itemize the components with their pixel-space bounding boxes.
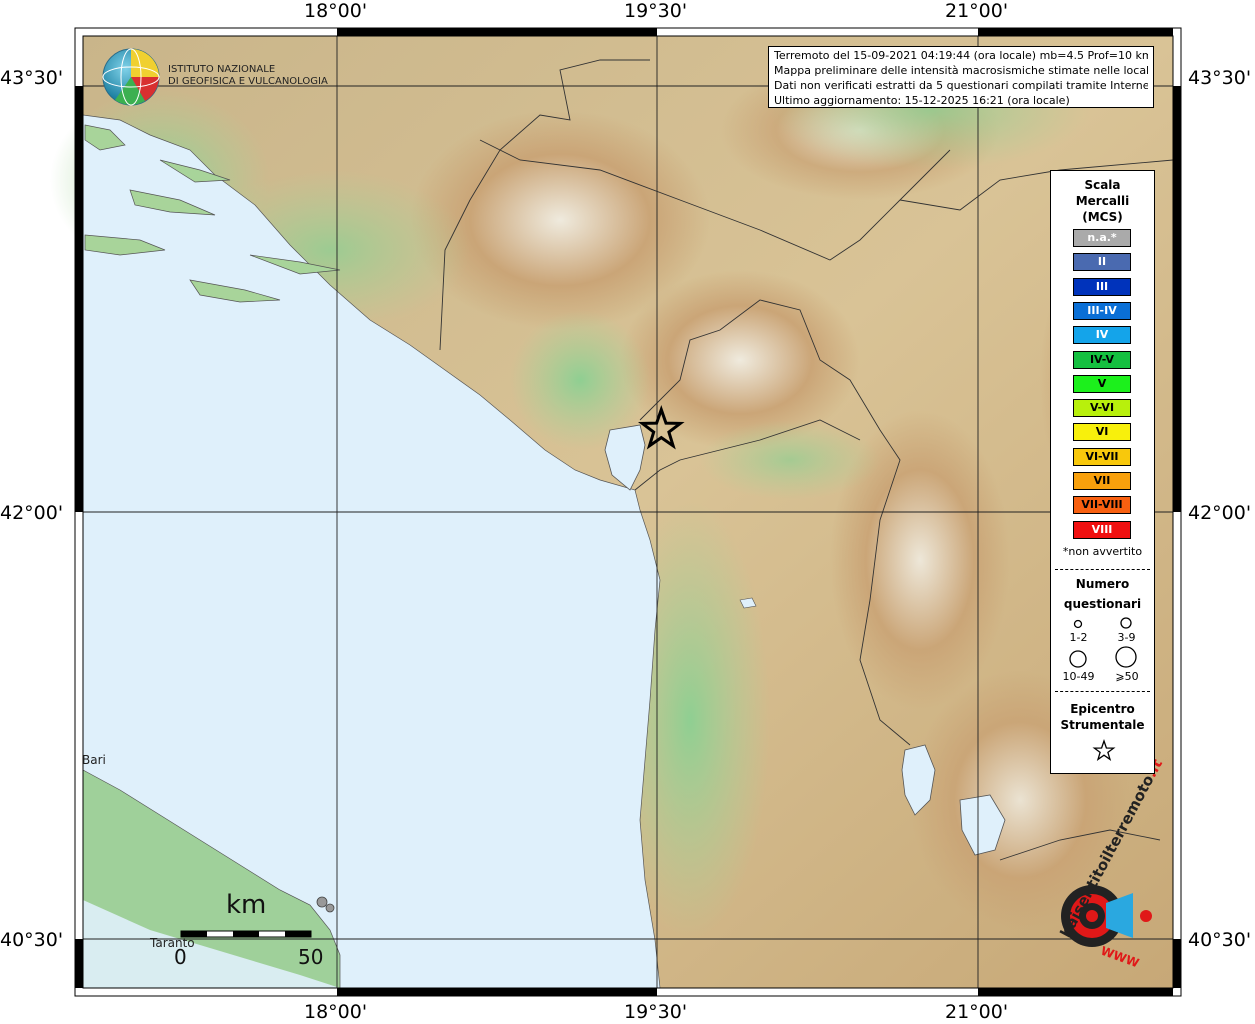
legend-swatch-viii: VIII	[1073, 520, 1131, 539]
lon-tick-top-2: 19°30'	[624, 0, 688, 22]
city-label-taranto: Taranto	[150, 936, 195, 950]
event-info-box: Terremoto del 15-09-2021 04:19:44 (ora l…	[768, 46, 1154, 108]
info-line-1: Terremoto del 15-09-2021 04:19:44 (ora l…	[774, 49, 1148, 62]
size-label-1-2: 1-2	[1069, 631, 1088, 644]
size-label-10-49: 10-49	[1062, 670, 1095, 683]
legend-swatch-iii-iv: III-IV	[1073, 301, 1131, 320]
institute-name-line1: ISTITUTO NAZIONALE	[168, 64, 276, 75]
legend-title-2: Mercalli	[1075, 194, 1130, 208]
size-symbol-3-9	[1120, 617, 1132, 629]
city-label-bari: Bari	[82, 753, 106, 767]
size-label-50: ⩾50	[1115, 670, 1139, 683]
lat-tick-left-3: 40°30'	[0, 929, 64, 951]
scale-start: 0	[174, 945, 187, 969]
lon-tick-top-3: 21°00'	[945, 0, 1009, 22]
legend-swatch-vii-viii: VII-VIII	[1073, 496, 1131, 515]
info-line-4: Ultimo aggiornamento: 15-12-2025 16:21 (…	[774, 94, 1070, 107]
legend-swatch-v: V	[1073, 374, 1131, 393]
lat-tick-right-3: 40°30'	[1188, 929, 1252, 951]
legend-star-icon	[1092, 739, 1116, 762]
institute-name-line2: DI GEOFISICA E VULCANOLOGIA	[168, 76, 328, 87]
legend-swatch-v-vi: V-VI	[1073, 399, 1131, 418]
legend-swatch-vi-vii: VI-VII	[1073, 447, 1131, 466]
size-symbol-1-2	[1073, 619, 1083, 629]
lon-tick-bottom-1: 18°00'	[304, 1001, 368, 1023]
taranto-marker	[316, 896, 328, 908]
size-label-3-9: 3-9	[1117, 631, 1136, 644]
not-felt-note: *non avvertito	[1062, 545, 1143, 558]
legend-title-3: (MCS)	[1082, 210, 1123, 224]
lat-tick-left-1: 43°30'	[0, 67, 64, 89]
mcs-legend: Scala Mercalli (MCS) n.a.* II III III-IV IV I…	[1050, 170, 1155, 774]
legend-swatch-vi: VI	[1073, 423, 1131, 442]
lon-tick-bottom-3: 21°00'	[945, 1001, 1009, 1023]
epicenter-title-2: Strumentale	[1060, 718, 1145, 732]
info-line-3: Dati non verificati estratti da 5 questi…	[774, 79, 1148, 92]
legend-title-1: Scala	[1084, 178, 1121, 192]
legend-swatch-iv: IV	[1073, 326, 1131, 345]
scale-end: 50	[298, 945, 324, 969]
lat-tick-right-2: 42°00'	[1188, 502, 1252, 524]
lat-tick-left-2: 42°00'	[0, 502, 64, 524]
legend-swatch-vii: VII	[1073, 472, 1131, 490]
institute-name: ISTITUTO NAZIONALE DI GEOFISICA E VULCAN…	[168, 64, 328, 88]
questionnaire-title-1: Numero	[1075, 577, 1130, 591]
size-symbol-50	[1115, 646, 1137, 668]
legend-swatch-iv-v: IV-V	[1073, 350, 1131, 369]
scale-bar	[180, 930, 312, 938]
size-symbol-10-49	[1069, 650, 1087, 668]
lat-tick-right-1: 43°30'	[1188, 67, 1252, 89]
epicenter-title-1: Epicentro	[1070, 702, 1135, 716]
info-line-2: Mappa preliminare delle intensità macros…	[774, 64, 1148, 77]
legend-swatch-n-a: n.a.*	[1073, 229, 1131, 247]
legend-swatch-ii: II	[1073, 253, 1131, 272]
scale-unit: km	[226, 890, 267, 920]
ingv-logo-icon	[102, 48, 160, 106]
lon-tick-top-1: 18°00'	[304, 0, 368, 22]
lon-tick-bottom-2: 19°30'	[624, 1001, 688, 1023]
legend-swatch-iii: III	[1073, 277, 1131, 296]
